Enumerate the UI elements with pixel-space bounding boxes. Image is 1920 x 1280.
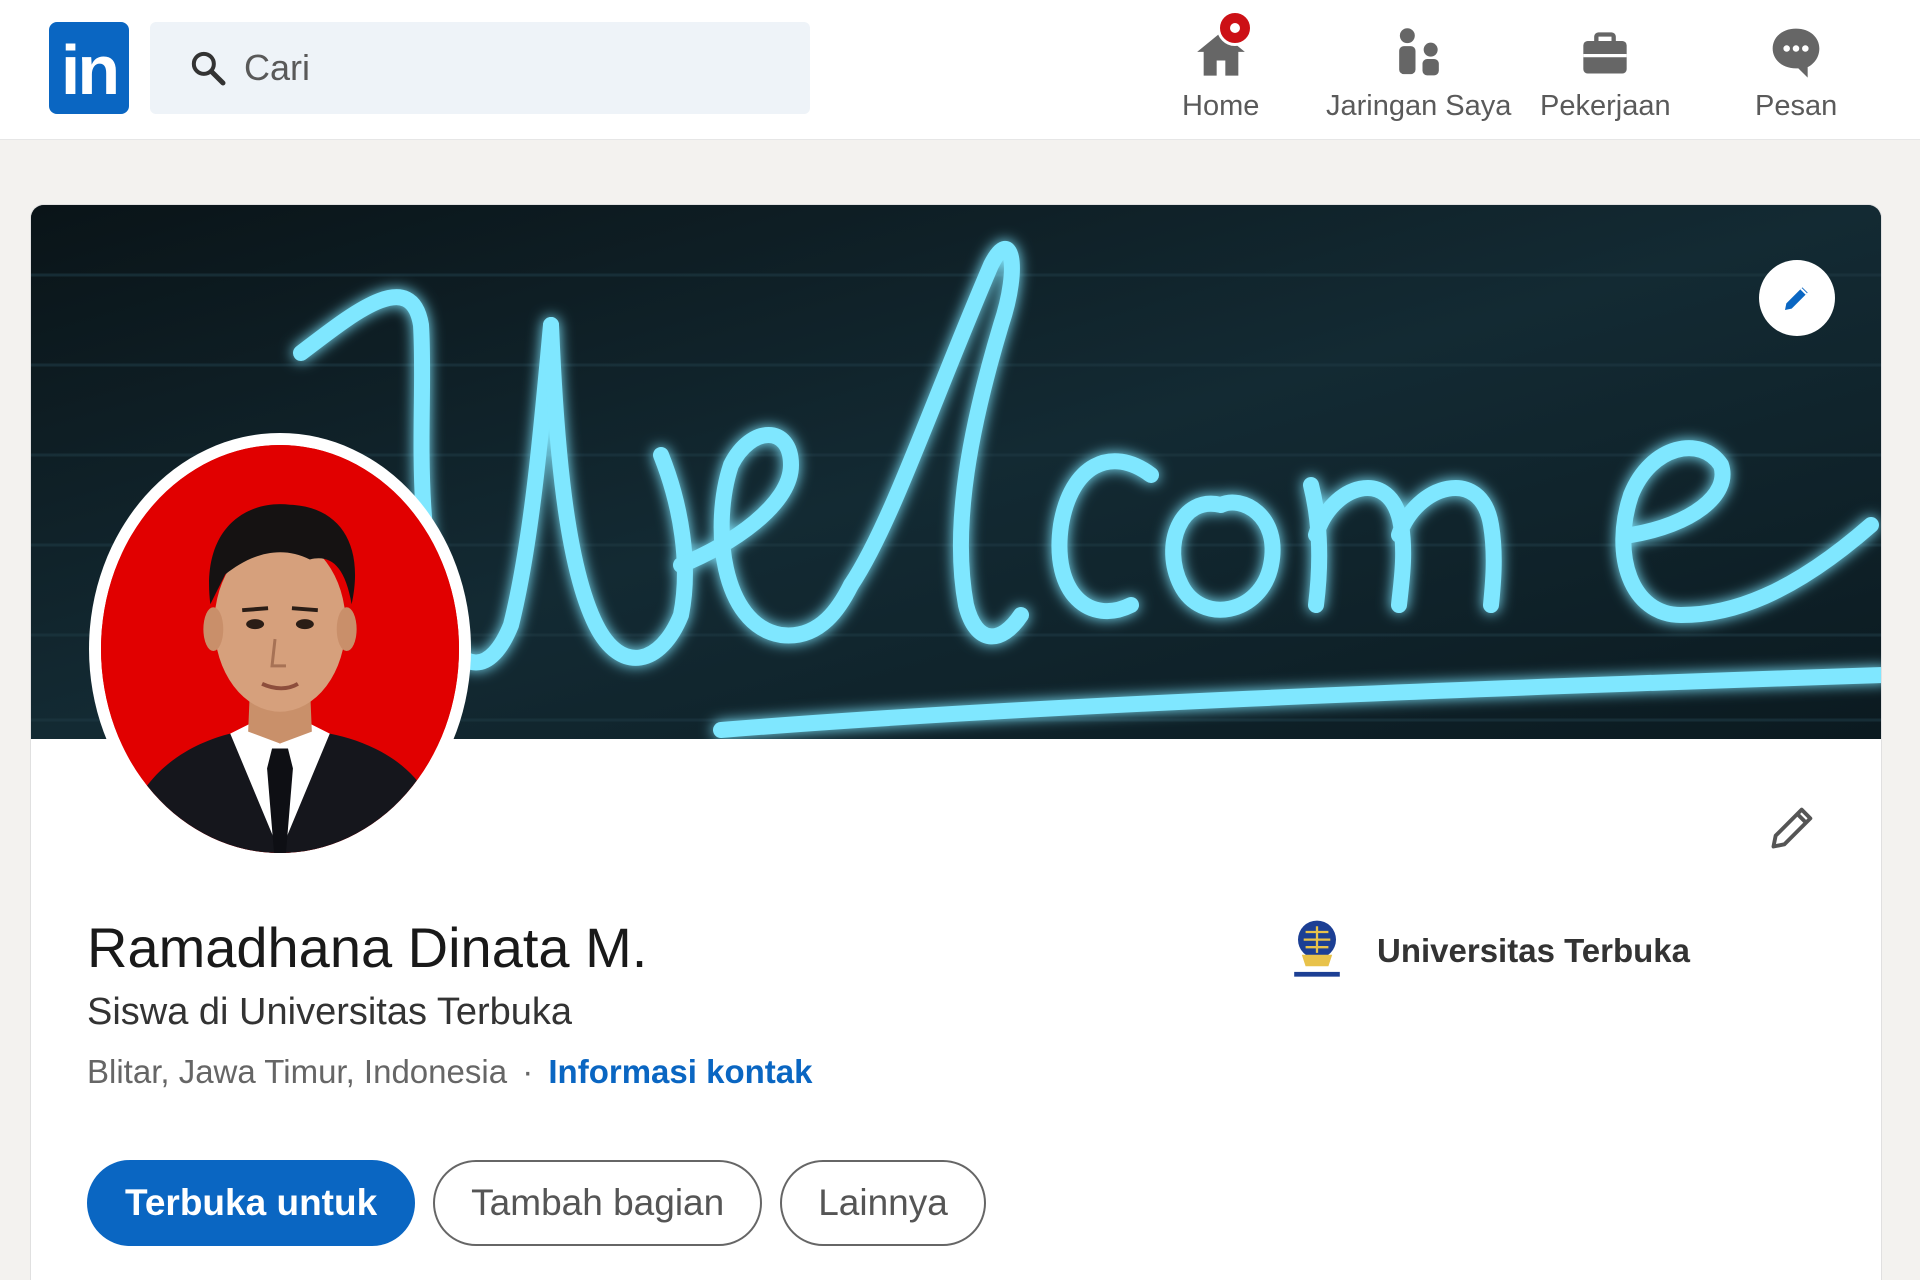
profile-card: Ramadhana Dinata M. Siswa di Universitas…	[30, 204, 1882, 1280]
education-entry[interactable]: Universitas Terbuka	[1277, 911, 1690, 991]
open-to-button[interactable]: Terbuka untuk	[87, 1160, 416, 1246]
nav-label: Pekerjaan	[1540, 90, 1671, 122]
profile-actions: Terbuka untuk Tambah bagian Lainnya	[87, 1160, 986, 1246]
top-nav: in Home Jaringan Saya	[0, 0, 1920, 140]
profile-photo	[101, 445, 459, 853]
pencil-icon	[1785, 287, 1808, 310]
linkedin-logo[interactable]: in	[49, 22, 129, 114]
people-icon	[1398, 28, 1439, 76]
nav-item-messages[interactable]: Pesan	[1755, 10, 1837, 130]
contact-info-link[interactable]: Informasi kontak	[548, 1053, 812, 1090]
briefcase-icon	[1583, 32, 1627, 74]
university-logo-icon	[1277, 911, 1357, 991]
search-icon	[191, 51, 226, 86]
edit-banner-button[interactable]	[1759, 260, 1835, 336]
nav-label: Jaringan Saya	[1326, 90, 1512, 122]
location-row: Blitar, Jawa Timur, Indonesia · Informas…	[87, 1053, 812, 1091]
search-bar[interactable]	[150, 22, 810, 114]
add-section-button[interactable]: Tambah bagian	[433, 1160, 763, 1246]
separator-dot: ·	[522, 1053, 534, 1090]
notification-badge	[1216, 10, 1253, 46]
search-input[interactable]	[244, 47, 744, 89]
nav-label: Pesan	[1755, 90, 1838, 122]
nav-label: Home	[1182, 90, 1260, 122]
message-icon	[1772, 28, 1820, 78]
nav-item-network[interactable]: Jaringan Saya	[1326, 10, 1511, 130]
profile-avatar[interactable]	[89, 433, 471, 865]
profile-headline: Siswa di Universitas Terbuka	[87, 991, 573, 1033]
profile-name: Ramadhana Dinata M.	[87, 916, 648, 979]
nav-item-home[interactable]: Home	[1182, 10, 1259, 130]
pencil-icon	[1771, 807, 1813, 849]
nav-item-jobs[interactable]: Pekerjaan	[1540, 10, 1671, 130]
education-name: Universitas Terbuka	[1377, 932, 1691, 969]
edit-intro-button[interactable]	[1761, 795, 1825, 859]
profile-location: Blitar, Jawa Timur, Indonesia	[87, 1053, 508, 1090]
more-button[interactable]: Lainnya	[780, 1160, 986, 1246]
